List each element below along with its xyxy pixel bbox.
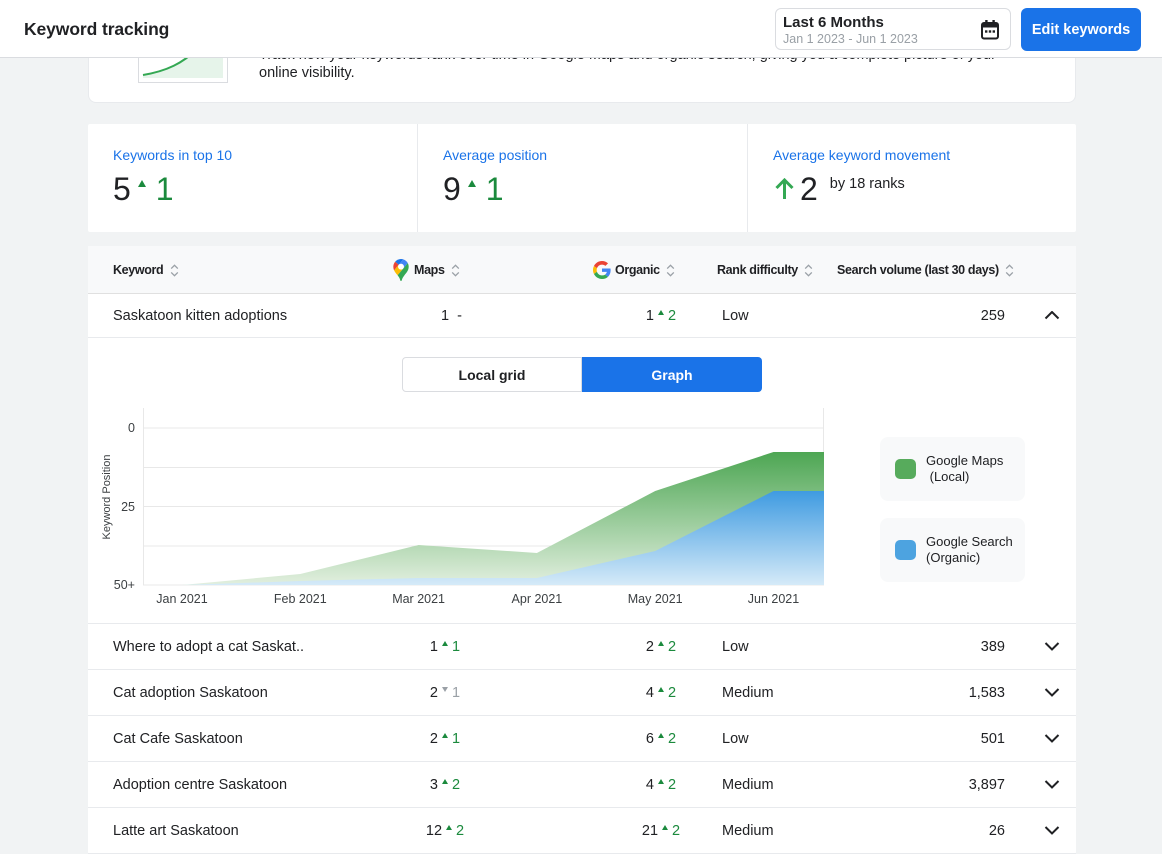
- svg-text:25: 25: [121, 500, 135, 514]
- svg-text:Apr 2021: Apr 2021: [512, 592, 563, 606]
- svg-text:Feb 2021: Feb 2021: [274, 592, 327, 606]
- svg-text:50+: 50+: [114, 578, 135, 592]
- svg-text:Jun 2021: Jun 2021: [748, 592, 799, 606]
- svg-text:Keyword Position: Keyword Position: [101, 455, 113, 540]
- svg-text:Jan 2021: Jan 2021: [156, 592, 207, 606]
- svg-text:Mar 2021: Mar 2021: [392, 592, 445, 606]
- svg-text:0: 0: [128, 421, 135, 435]
- svg-text:May 2021: May 2021: [628, 592, 683, 606]
